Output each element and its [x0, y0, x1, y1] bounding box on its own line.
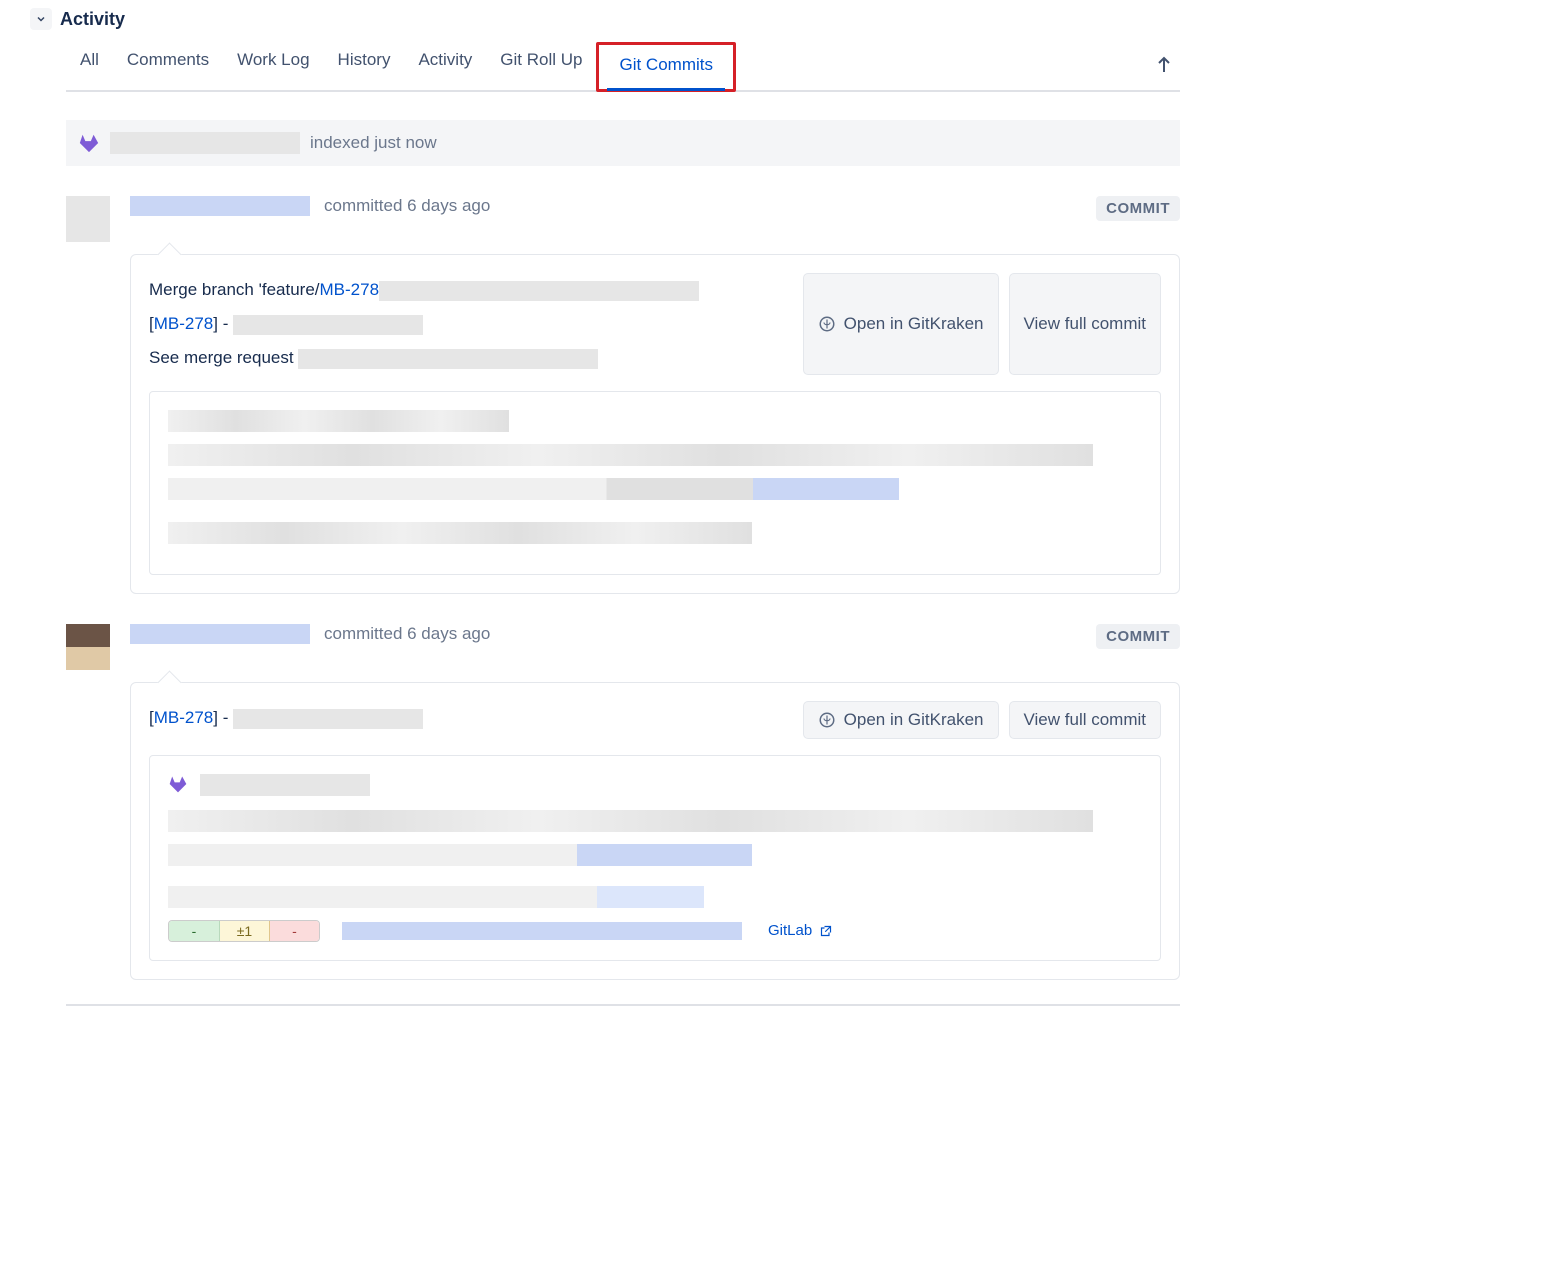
- gitkraken-icon: [818, 315, 836, 333]
- tab-all[interactable]: All: [66, 42, 113, 90]
- index-status-text: indexed just now: [310, 133, 437, 153]
- index-status-bar: indexed just now: [66, 120, 1180, 166]
- sort-order-button[interactable]: [1148, 49, 1180, 84]
- diff-modifications: ±1: [219, 921, 269, 941]
- redacted-text: [233, 709, 423, 729]
- tabs-row: All Comments Work Log History Activity G…: [66, 42, 1180, 92]
- redacted-line: [168, 410, 509, 432]
- tab-activity[interactable]: Activity: [404, 42, 486, 90]
- diff-stats: - ±1 -: [168, 920, 320, 942]
- bracket-close: ] -: [213, 708, 233, 727]
- view-full-commit-button[interactable]: View full commit: [1009, 273, 1162, 375]
- tab-worklog[interactable]: Work Log: [223, 42, 323, 90]
- open-gitkraken-label: Open in GitKraken: [844, 314, 984, 334]
- external-link-icon: [820, 924, 832, 941]
- commit-meta: committed 6 days ago: [324, 196, 490, 216]
- tab-history[interactable]: History: [324, 42, 405, 90]
- redacted-line: [168, 810, 1093, 832]
- collapse-toggle[interactable]: [30, 8, 52, 30]
- redacted-text: [200, 774, 370, 796]
- commit-details-panel: [149, 391, 1161, 575]
- merge-branch-prefix: Merge branch 'feature/: [149, 280, 320, 299]
- issue-link[interactable]: MB-278: [154, 314, 214, 333]
- commit-item: committed 6 days ago COMMIT [MB-278] - O…: [66, 624, 1180, 980]
- commit-details-panel: - ±1 - GitLab: [149, 755, 1161, 961]
- issue-link[interactable]: MB-278: [154, 708, 214, 727]
- gitlab-link-label: GitLab: [768, 922, 812, 939]
- open-gitkraken-button[interactable]: Open in GitKraken: [803, 701, 999, 739]
- divider: [66, 1004, 1180, 1006]
- redacted-line: [168, 444, 1093, 466]
- view-full-commit-label: View full commit: [1024, 710, 1147, 730]
- redacted-line: [168, 844, 752, 866]
- gitlab-link[interactable]: GitLab: [768, 922, 832, 941]
- diff-deletions: -: [269, 921, 319, 941]
- commit-badge: COMMIT: [1096, 624, 1180, 649]
- gitkraken-icon: [818, 711, 836, 729]
- redacted-line: [168, 522, 752, 544]
- commit-message: Merge branch 'feature/MB-278 [MB-278] - …: [149, 273, 783, 375]
- open-gitkraken-label: Open in GitKraken: [844, 710, 984, 730]
- see-merge-label: See merge request: [149, 348, 298, 367]
- issue-link[interactable]: MB-278: [320, 280, 380, 299]
- gitlab-icon: [78, 132, 100, 154]
- commit-item: committed 6 days ago COMMIT Merge branch…: [66, 196, 1180, 594]
- commit-badge: COMMIT: [1096, 196, 1180, 221]
- commit-message: [MB-278] -: [149, 701, 783, 739]
- redacted-line: [168, 886, 704, 908]
- avatar: [66, 196, 110, 242]
- tab-gitcommits[interactable]: Git Commits: [596, 42, 736, 92]
- redacted-commit-hash: [342, 922, 742, 940]
- redacted-text: [379, 281, 699, 301]
- tab-gitrollup[interactable]: Git Roll Up: [486, 42, 596, 90]
- redacted-text: [298, 349, 598, 369]
- commit-meta: committed 6 days ago: [324, 624, 490, 644]
- section-title: Activity: [60, 9, 125, 30]
- open-gitkraken-button[interactable]: Open in GitKraken: [803, 273, 999, 375]
- diff-additions: -: [169, 921, 219, 941]
- redacted-line: [168, 478, 899, 500]
- view-full-commit-label: View full commit: [1024, 314, 1147, 334]
- tab-comments[interactable]: Comments: [113, 42, 223, 90]
- redacted-author: [130, 196, 310, 216]
- view-full-commit-button[interactable]: View full commit: [1009, 701, 1162, 739]
- redacted-author: [130, 624, 310, 644]
- commit-body: Merge branch 'feature/MB-278 [MB-278] - …: [130, 254, 1180, 594]
- redacted-repo-name: [110, 132, 300, 154]
- redacted-text: [233, 315, 423, 335]
- avatar: [66, 624, 110, 670]
- commit-body: [MB-278] - Open in GitKraken View full c…: [130, 682, 1180, 980]
- gitlab-icon: [168, 774, 190, 796]
- bracket-close: ] -: [213, 314, 233, 333]
